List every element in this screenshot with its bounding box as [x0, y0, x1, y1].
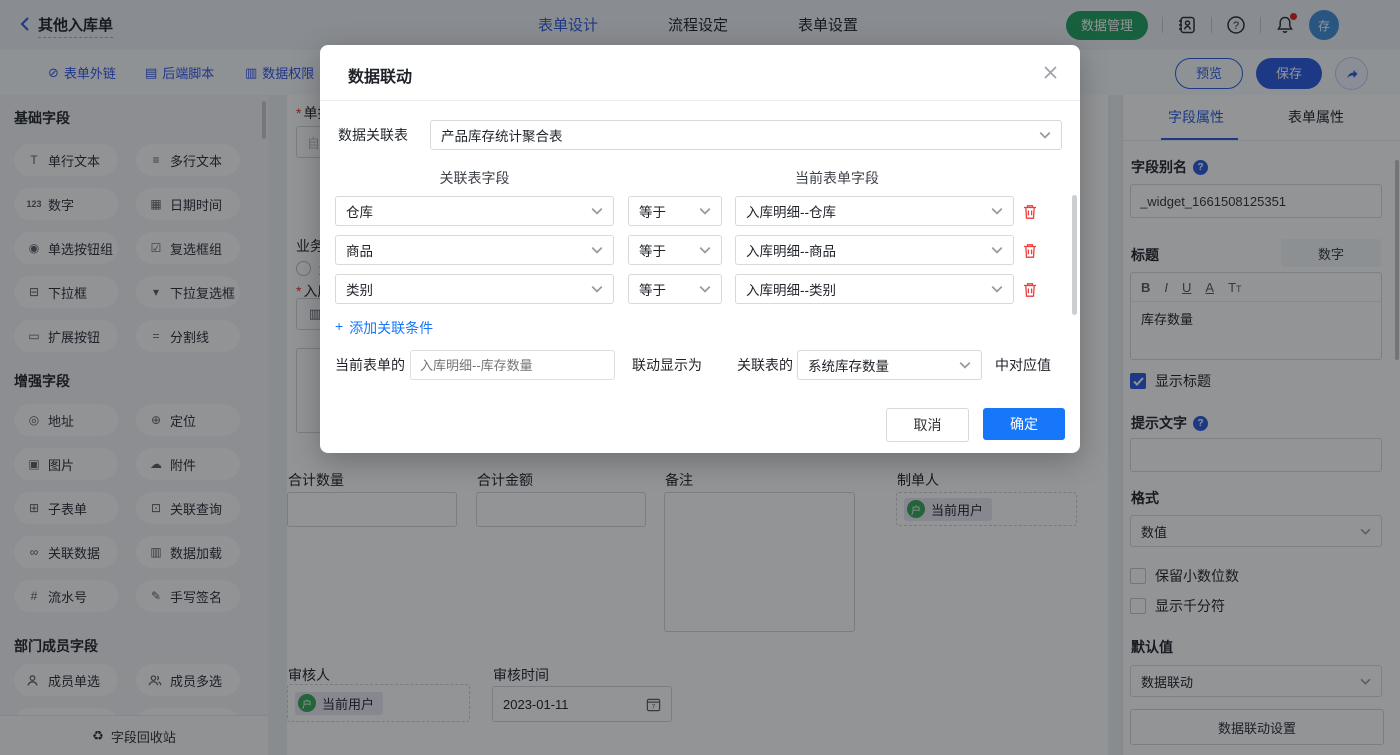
chevron-down-icon: [991, 207, 1003, 215]
cond-op-value: 等于: [639, 201, 666, 221]
cond-right-select[interactable]: 入库明细--商品: [735, 235, 1014, 265]
cond-right-select[interactable]: 入库明细--类别: [735, 274, 1014, 304]
target-field-input[interactable]: [410, 350, 615, 380]
add-condition-link[interactable]: + 添加关联条件: [335, 318, 433, 338]
modal-header-divider: [320, 100, 1080, 101]
chevron-down-icon: [591, 246, 603, 254]
cond-left-value: 仓库: [346, 201, 373, 221]
plus-icon: +: [335, 318, 343, 338]
corresponding-value-label: 中对应值: [995, 350, 1051, 380]
confirm-button[interactable]: 确定: [983, 408, 1065, 440]
chevron-down-icon: [991, 246, 1003, 254]
cond-op-value: 等于: [639, 279, 666, 299]
chevron-down-icon: [959, 361, 971, 369]
chevron-down-icon: [991, 285, 1003, 293]
chevron-down-icon: [699, 285, 711, 293]
cond-right-select[interactable]: 入库明细--仓库: [735, 196, 1014, 226]
right-column-header: 当前表单字段: [795, 168, 879, 188]
delete-condition-icon[interactable]: [1022, 203, 1038, 220]
add-condition-label: 添加关联条件: [349, 318, 433, 338]
cond-op-select[interactable]: 等于: [628, 196, 722, 226]
display-field-select[interactable]: 系统库存数量: [797, 350, 982, 380]
cond-left-value: 类别: [346, 279, 373, 299]
cancel-button[interactable]: 取消: [886, 408, 969, 442]
cond-left-select[interactable]: 类别: [335, 274, 614, 304]
chevron-down-icon: [1039, 131, 1051, 139]
modal-title: 数据联动: [348, 63, 412, 87]
cond-left-value: 商品: [346, 240, 373, 260]
close-icon[interactable]: [1043, 65, 1058, 80]
source-table-label: 数据关联表: [338, 120, 408, 150]
display-field-value: 系统库存数量: [808, 355, 889, 375]
cond-right-value: 入库明细--仓库: [746, 201, 836, 221]
related-table-label: 关联表的: [737, 350, 793, 380]
current-form-prefix: 当前表单的: [335, 350, 405, 380]
chevron-down-icon: [591, 207, 603, 215]
chevron-down-icon: [699, 207, 711, 215]
data-linkage-modal: 数据联动 数据关联表 产品库存统计聚合表 关联表字段 当前表单字段 仓库 等于 …: [320, 45, 1080, 453]
cond-left-select[interactable]: 商品: [335, 235, 614, 265]
linkage-display-label: 联动显示为: [632, 350, 702, 380]
left-column-header: 关联表字段: [335, 168, 614, 188]
cond-right-value: 入库明细--类别: [746, 279, 836, 299]
cond-op-select[interactable]: 等于: [628, 235, 722, 265]
cond-op-select[interactable]: 等于: [628, 274, 722, 304]
modal-scrollbar[interactable]: [1072, 195, 1077, 315]
source-table-value: 产品库存统计聚合表: [441, 125, 563, 145]
chevron-down-icon: [699, 246, 711, 254]
source-table-select[interactable]: 产品库存统计聚合表: [430, 120, 1062, 150]
chevron-down-icon: [591, 285, 603, 293]
app-root: 其他入库单 表单设计 流程设定 表单设置 数据管理 ?: [0, 0, 1400, 755]
cond-right-value: 入库明细--商品: [746, 240, 836, 260]
delete-condition-icon[interactable]: [1022, 242, 1038, 259]
cond-left-select[interactable]: 仓库: [335, 196, 614, 226]
delete-condition-icon[interactable]: [1022, 281, 1038, 298]
cond-op-value: 等于: [639, 240, 666, 260]
